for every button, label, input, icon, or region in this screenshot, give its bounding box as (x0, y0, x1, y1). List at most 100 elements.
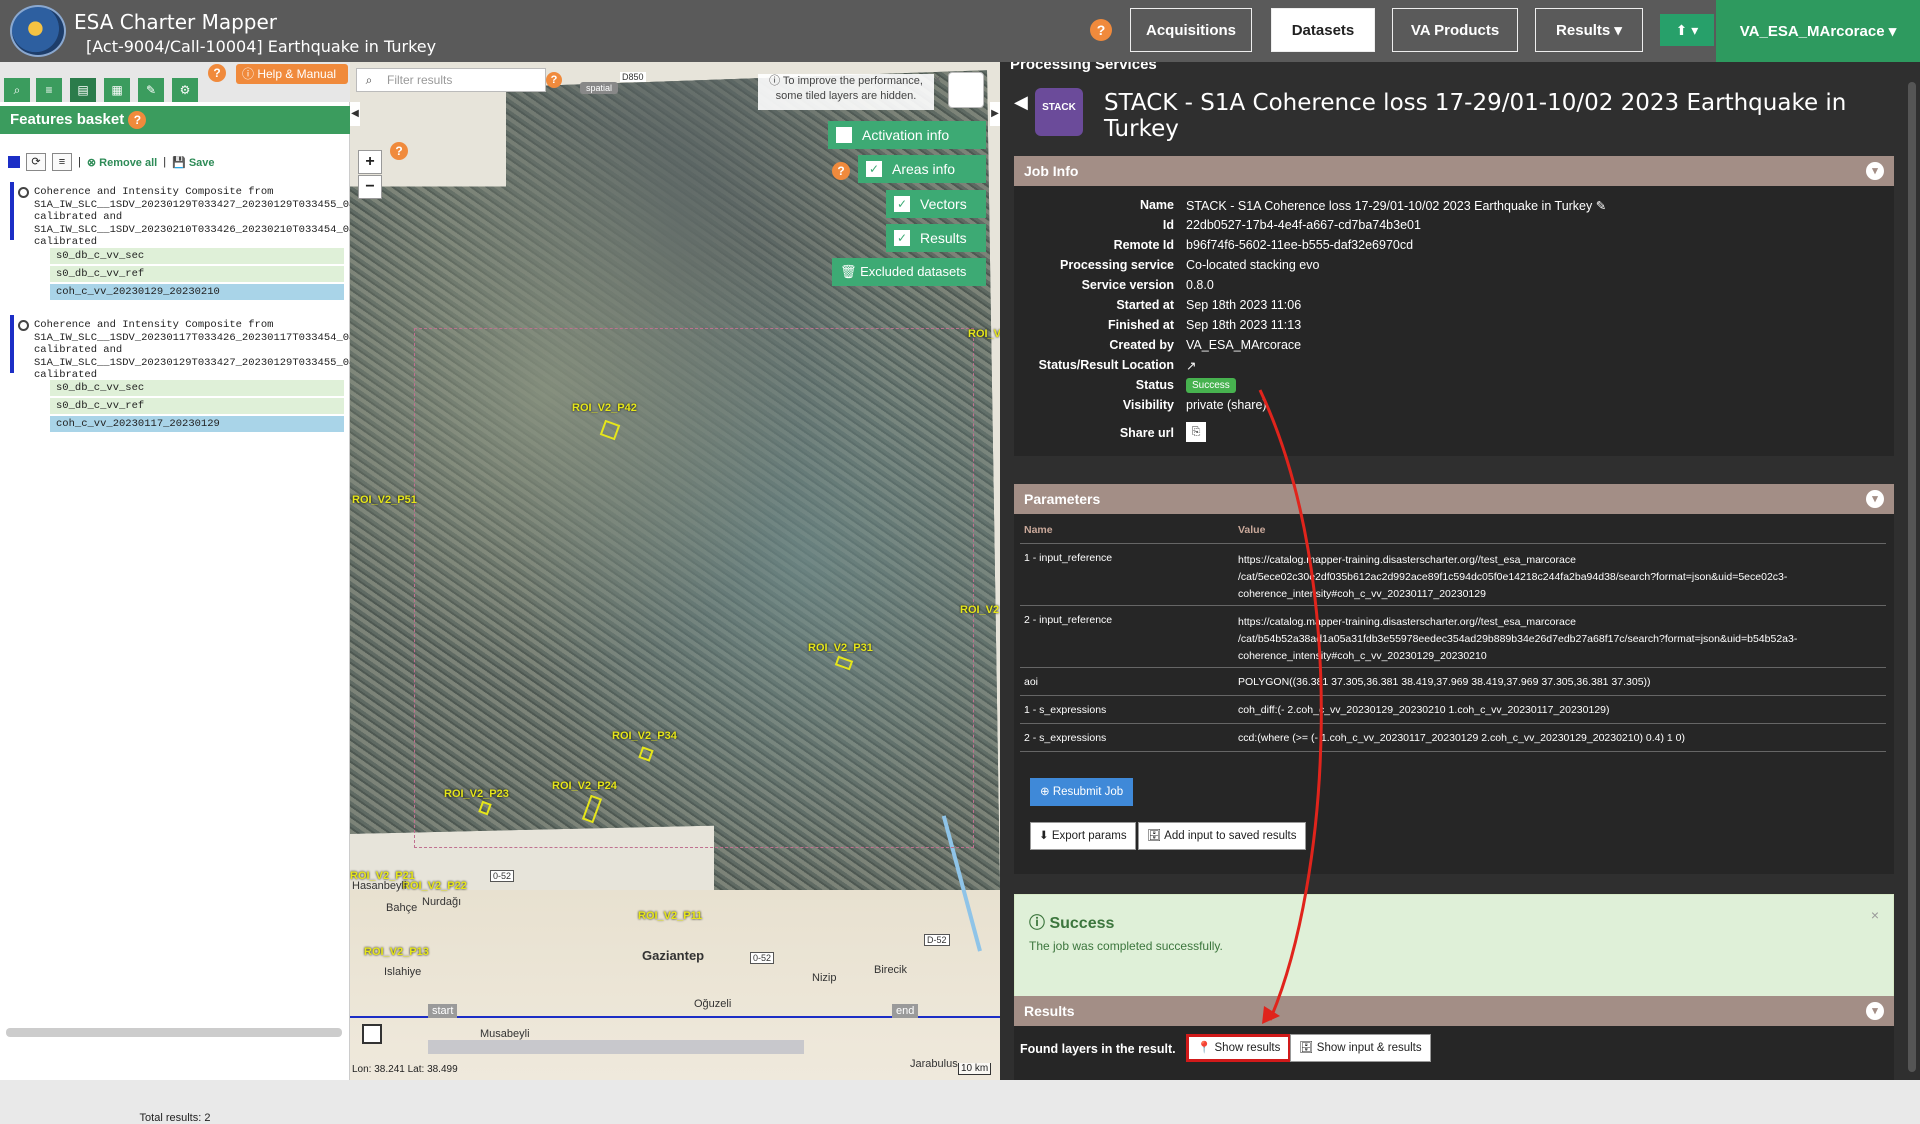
basket-sub-item[interactable]: coh_c_vv_20230117_20230129 (50, 416, 344, 433)
checkbox-icon[interactable] (836, 127, 852, 143)
basket-sub-item[interactable]: s0_db_c_vv_sec (50, 380, 344, 397)
search-tool-icon[interactable]: ⌕ (4, 78, 30, 102)
check-icon[interactable]: ✓ (894, 196, 910, 212)
roi-label[interactable]: ROI_V2_P13 (364, 946, 429, 958)
table-row: 1 - input_reference https://catalog.mapp… (1020, 544, 1886, 606)
param-name: aoi (1024, 676, 1039, 688)
found-layers-text: Found layers in the result. (1020, 1042, 1176, 1056)
roi-label[interactable]: ROI_V2_P24 (552, 780, 617, 792)
menu-icon[interactable]: ≡ (52, 153, 72, 171)
areas-info-toggle[interactable]: ✓ Areas info (858, 155, 986, 183)
external-link-icon[interactable]: ↗ (1186, 358, 1196, 373)
param-value: https://catalog.mapper-training.disaster… (1238, 616, 1798, 662)
roi-label[interactable]: ROI_V (968, 328, 1000, 340)
upload-button[interactable]: ⬆ ▾ (1660, 14, 1714, 46)
filter-input[interactable]: ⌕ Filter results (356, 68, 546, 92)
help-icon[interactable]: ? (208, 64, 226, 82)
select-all-checkbox[interactable] (8, 156, 20, 168)
timeline-end[interactable]: end (892, 1004, 919, 1018)
activation-info-toggle[interactable]: Activation info (828, 121, 986, 149)
list-tool-icon[interactable]: ≡ (36, 78, 62, 102)
roi-label[interactable]: ROI_V2_P11 (638, 910, 702, 922)
back-icon[interactable]: ◀ (1014, 92, 1028, 113)
collapse-left-icon[interactable]: ◀ (350, 102, 360, 126)
help-icon[interactable]: ? (128, 111, 147, 129)
param-value: https://catalog.mapper-training.disaster… (1238, 554, 1788, 600)
roi-label[interactable]: ROI_V2_P34 (612, 730, 677, 742)
field-value: Sep 18th 2023 11:06 (1186, 298, 1302, 312)
user-menu[interactable]: VA_ESA_MArcorace ▾ (1716, 0, 1920, 62)
roi-label[interactable]: ROI_V2_P42 (572, 402, 637, 414)
close-icon[interactable]: × (1871, 907, 1879, 923)
basket-item[interactable]: Coherence and Intensity Composite from S… (10, 315, 462, 381)
chevron-down-icon[interactable]: ▾ (1866, 490, 1884, 508)
resubmit-job-button[interactable]: ⊕ Resubmit Job (1030, 778, 1134, 806)
roi-label[interactable]: ROI_V2_P23 (444, 788, 509, 800)
nav-acquisitions[interactable]: Acquisitions (1130, 8, 1252, 52)
help-icon[interactable]: ? (390, 142, 408, 160)
timeline-toggle-icon[interactable] (362, 1024, 382, 1044)
param-value: coh_diff:(- 2.coh_c_vv_20230129_20230210… (1238, 704, 1610, 716)
card-title: Results (1024, 1003, 1075, 1019)
nav-results[interactable]: Results ▾ (1535, 8, 1643, 52)
chevron-down-icon[interactable]: ▾ (1866, 1002, 1884, 1020)
archive-tool-icon[interactable]: ▦ (104, 78, 130, 102)
roi-label[interactable]: ROI_V2 (960, 604, 999, 616)
close-icon[interactable]: × (934, 72, 941, 86)
table-row: 1 - s_expressions coh_diff:(- 2.coh_c_vv… (1020, 696, 1886, 724)
results-toggle[interactable]: ✓ Results (886, 224, 986, 252)
results-header[interactable]: Results ▾ (1014, 996, 1894, 1026)
roi-label[interactable]: ROI_V2_P31 (808, 642, 873, 654)
total-results: Total results: 2 (139, 1112, 211, 1124)
chevron-down-icon[interactable]: ▾ (1866, 162, 1884, 180)
basket-sub-item[interactable]: s0_db_c_vv_ref (50, 398, 344, 415)
field-value[interactable]: STACK - S1A Coherence loss 17-29/01-10/0… (1186, 198, 1606, 213)
town-label: Nurdağı (422, 896, 462, 908)
help-icon[interactable]: ? (832, 162, 850, 180)
help-icon[interactable]: ? (1090, 19, 1112, 41)
show-input-results-button[interactable]: 🗄 Show input & results (1290, 1034, 1431, 1062)
alert-title: ⓘ Success (1029, 915, 1115, 932)
vertical-scrollbar[interactable] (1908, 82, 1916, 1072)
settings-tool-icon[interactable]: ⚙ (172, 78, 198, 102)
map-view[interactable]: ⌕ Filter results ? spatial + − ? ⓘ To im… (350, 62, 1000, 1080)
horizontal-scrollbar[interactable] (6, 1028, 342, 1037)
basket-sub-item[interactable]: s0_db_c_vv_sec (50, 248, 344, 265)
refresh-icon[interactable]: ⟳ (26, 153, 46, 171)
export-params-button[interactable]: ⬇ Export params (1030, 822, 1136, 850)
basket-tool-icon[interactable]: ▤ (70, 78, 96, 102)
excluded-datasets-button[interactable]: 🗑 Excluded datasets (832, 258, 986, 286)
nav-va-products[interactable]: VA Products (1392, 8, 1518, 52)
visibility-value[interactable]: private (share) (1186, 398, 1267, 412)
nav-datasets[interactable]: Datasets (1271, 8, 1375, 52)
basket-sub-item[interactable]: s0_db_c_vv_ref (50, 266, 344, 283)
help-icon[interactable]: ? (546, 72, 562, 88)
roi-label[interactable]: ROI_V2_P22 (402, 880, 467, 892)
check-icon[interactable]: ✓ (894, 230, 910, 246)
pencil-tool-icon[interactable]: ✎ (138, 78, 164, 102)
collapse-right-icon[interactable]: ▶ (990, 102, 1000, 126)
parameters-header[interactable]: Parameters ▾ (1014, 484, 1894, 514)
basket-tools: ⟳ ≡ | ⊗ Remove all | 💾 Save (8, 152, 215, 172)
roi-label[interactable]: ROI_V2_P51 (352, 494, 417, 506)
layers-icon[interactable] (948, 72, 984, 108)
check-icon[interactable]: ✓ (866, 161, 882, 177)
param-value: POLYGON((36.381 37.305,36.381 38.419,37.… (1238, 676, 1651, 688)
timeline-start[interactable]: start (428, 1004, 458, 1018)
timeline-range[interactable] (428, 1040, 804, 1054)
remove-all-link[interactable]: ⊗ Remove all (87, 156, 157, 169)
basket-sub-item[interactable]: coh_c_vv_20230129_20230210 (50, 284, 344, 301)
help-manual-button[interactable]: ⓘ Help & Manual (236, 64, 348, 84)
coordinates-readout: Lon: 38.241 Lat: 38.499 (352, 1064, 458, 1075)
town-label: Islahiye (384, 966, 422, 978)
add-input-button[interactable]: 🗄 Add input to saved results (1138, 822, 1306, 850)
save-link[interactable]: 💾 Save (172, 156, 214, 169)
job-info-header[interactable]: Job Info ▾ (1014, 156, 1894, 186)
vectors-toggle[interactable]: ✓ Vectors (886, 190, 986, 218)
spatial-badge[interactable]: spatial (580, 82, 619, 94)
zoom-out-button[interactable]: − (358, 175, 382, 199)
copy-icon[interactable]: ⎘ (1186, 422, 1206, 442)
zoom-in-button[interactable]: + (358, 150, 382, 174)
basket-item[interactable]: Coherence and Intensity Composite from S… (10, 182, 462, 248)
show-results-button[interactable]: 📍 Show results (1186, 1034, 1292, 1062)
